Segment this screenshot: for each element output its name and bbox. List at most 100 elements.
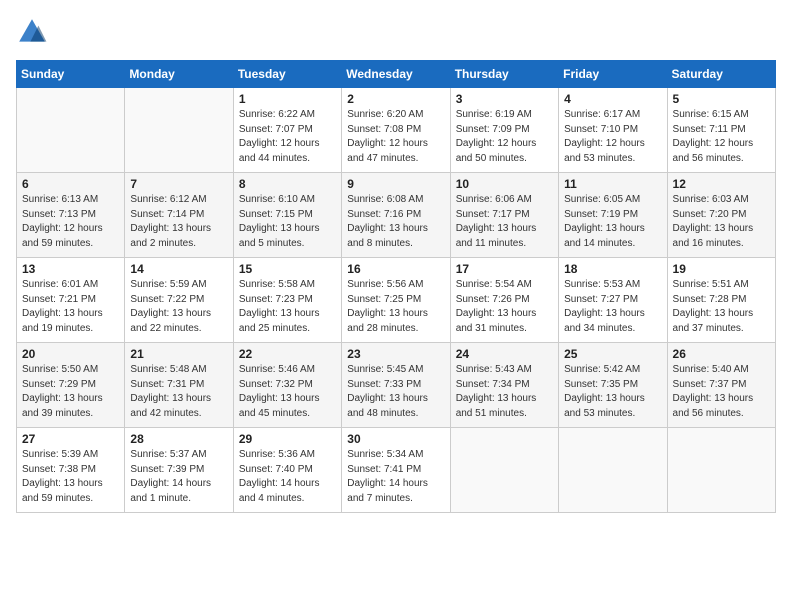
calendar-cell [667, 428, 775, 513]
day-number: 6 [22, 177, 119, 191]
day-number: 15 [239, 262, 336, 276]
day-info: Sunrise: 5:40 AM Sunset: 7:37 PM Dayligh… [673, 363, 770, 421]
day-number: 4 [564, 92, 661, 106]
day-number: 22 [239, 347, 336, 361]
day-number: 14 [130, 262, 227, 276]
calendar-week: 1Sunrise: 6:22 AM Sunset: 7:07 PM Daylig… [17, 88, 776, 173]
calendar-week: 13 Sunrise: 6:01 AM Sunset: 7:21 PM Dayli… [17, 258, 776, 343]
header-day: Monday [125, 61, 233, 88]
header-day: Thursday [450, 61, 558, 88]
day-number: 13 [22, 262, 119, 276]
logo-icon [16, 16, 48, 48]
day-info: Sunrise: 6:08 AM Sunset: 7:16 PM Dayligh… [347, 193, 444, 251]
calendar-cell: 16 Sunrise: 5:56 AM Sunset: 7:25 PM Dayli… [342, 258, 450, 343]
day-info: Sunrise: 6:01 AM Sunset: 7:21 PM Dayligh… [22, 278, 119, 336]
day-number: 1 [239, 92, 336, 106]
day-info: Sunrise: 5:51 AM Sunset: 7:28 PM Dayligh… [673, 278, 770, 336]
logo [16, 16, 52, 48]
calendar-cell: 22 Sunrise: 5:46 AM Sunset: 7:32 PM Dayli… [233, 343, 341, 428]
day-info: Sunrise: 5:50 AM Sunset: 7:29 PM Dayligh… [22, 363, 119, 421]
calendar-cell: 12Sunrise: 6:03 AM Sunset: 7:20 PM Dayli… [667, 173, 775, 258]
day-number: 23 [347, 347, 444, 361]
day-number: 11 [564, 177, 661, 191]
day-info: Sunrise: 6:17 AM Sunset: 7:10 PM Dayligh… [564, 108, 661, 166]
day-info: Sunrise: 6:06 AM Sunset: 7:17 PM Dayligh… [456, 193, 553, 251]
day-info: Sunrise: 6:19 AM Sunset: 7:09 PM Dayligh… [456, 108, 553, 166]
day-info: Sunrise: 5:46 AM Sunset: 7:32 PM Dayligh… [239, 363, 336, 421]
calendar-cell: 10 Sunrise: 6:06 AM Sunset: 7:17 PM Dayli… [450, 173, 558, 258]
day-info: Sunrise: 5:56 AM Sunset: 7:25 PM Dayligh… [347, 278, 444, 336]
day-number: 12 [673, 177, 770, 191]
calendar-cell [125, 88, 233, 173]
day-number: 25 [564, 347, 661, 361]
day-number: 20 [22, 347, 119, 361]
day-info: Sunrise: 5:34 AM Sunset: 7:41 PM Dayligh… [347, 448, 444, 506]
day-info: Sunrise: 5:36 AM Sunset: 7:40 PM Dayligh… [239, 448, 336, 506]
calendar-cell [559, 428, 667, 513]
calendar-table: SundayMondayTuesdayWednesdayThursdayFrid… [16, 60, 776, 513]
calendar-header: SundayMondayTuesdayWednesdayThursdayFrid… [17, 61, 776, 88]
day-number: 30 [347, 432, 444, 446]
calendar-cell: 25 Sunrise: 5:42 AM Sunset: 7:35 PM Dayli… [559, 343, 667, 428]
calendar-week: 20 Sunrise: 5:50 AM Sunset: 7:29 PM Dayli… [17, 343, 776, 428]
calendar-cell [450, 428, 558, 513]
header-day: Wednesday [342, 61, 450, 88]
day-info: Sunrise: 6:12 AM Sunset: 7:14 PM Dayligh… [130, 193, 227, 251]
calendar-cell [17, 88, 125, 173]
calendar-cell: 28 Sunrise: 5:37 AM Sunset: 7:39 PM Dayli… [125, 428, 233, 513]
day-info: Sunrise: 5:53 AM Sunset: 7:27 PM Dayligh… [564, 278, 661, 336]
calendar-cell: 15 Sunrise: 5:58 AM Sunset: 7:23 PM Dayli… [233, 258, 341, 343]
day-number: 19 [673, 262, 770, 276]
day-info: Sunrise: 6:13 AM Sunset: 7:13 PM Dayligh… [22, 193, 119, 251]
day-number: 28 [130, 432, 227, 446]
calendar-cell: 29Sunrise: 5:36 AM Sunset: 7:40 PM Dayli… [233, 428, 341, 513]
header-day: Tuesday [233, 61, 341, 88]
day-number: 7 [130, 177, 227, 191]
day-number: 21 [130, 347, 227, 361]
day-number: 5 [673, 92, 770, 106]
calendar-cell: 11 Sunrise: 6:05 AM Sunset: 7:19 PM Dayli… [559, 173, 667, 258]
calendar-cell: 18 Sunrise: 5:53 AM Sunset: 7:27 PM Dayli… [559, 258, 667, 343]
day-number: 17 [456, 262, 553, 276]
calendar-cell: 20 Sunrise: 5:50 AM Sunset: 7:29 PM Dayli… [17, 343, 125, 428]
calendar-cell: 30 Sunrise: 5:34 AM Sunset: 7:41 PM Dayli… [342, 428, 450, 513]
calendar-week: 27 Sunrise: 5:39 AM Sunset: 7:38 PM Dayli… [17, 428, 776, 513]
day-number: 16 [347, 262, 444, 276]
day-info: Sunrise: 5:42 AM Sunset: 7:35 PM Dayligh… [564, 363, 661, 421]
calendar-cell: 2 Sunrise: 6:20 AM Sunset: 7:08 PM Daylig… [342, 88, 450, 173]
day-info: Sunrise: 6:05 AM Sunset: 7:19 PM Dayligh… [564, 193, 661, 251]
day-info: Sunrise: 5:43 AM Sunset: 7:34 PM Dayligh… [456, 363, 553, 421]
day-info: Sunrise: 5:48 AM Sunset: 7:31 PM Dayligh… [130, 363, 227, 421]
day-number: 27 [22, 432, 119, 446]
calendar-cell: 13 Sunrise: 6:01 AM Sunset: 7:21 PM Dayli… [17, 258, 125, 343]
calendar-cell: 4 Sunrise: 6:17 AM Sunset: 7:10 PM Daylig… [559, 88, 667, 173]
day-number: 10 [456, 177, 553, 191]
day-number: 26 [673, 347, 770, 361]
day-info: Sunrise: 6:20 AM Sunset: 7:08 PM Dayligh… [347, 108, 444, 166]
day-number: 24 [456, 347, 553, 361]
calendar-cell: 8 Sunrise: 6:10 AM Sunset: 7:15 PM Daylig… [233, 173, 341, 258]
header-day: Friday [559, 61, 667, 88]
day-number: 2 [347, 92, 444, 106]
day-info: Sunrise: 5:58 AM Sunset: 7:23 PM Dayligh… [239, 278, 336, 336]
day-info: Sunrise: 5:45 AM Sunset: 7:33 PM Dayligh… [347, 363, 444, 421]
calendar-cell: 17 Sunrise: 5:54 AM Sunset: 7:26 PM Dayli… [450, 258, 558, 343]
calendar-cell: 21 Sunrise: 5:48 AM Sunset: 7:31 PM Dayli… [125, 343, 233, 428]
header-day: Sunday [17, 61, 125, 88]
day-info: Sunrise: 6:10 AM Sunset: 7:15 PM Dayligh… [239, 193, 336, 251]
day-info: Sunrise: 5:39 AM Sunset: 7:38 PM Dayligh… [22, 448, 119, 506]
day-number: 18 [564, 262, 661, 276]
calendar-cell: 27 Sunrise: 5:39 AM Sunset: 7:38 PM Dayli… [17, 428, 125, 513]
calendar-cell: 24 Sunrise: 5:43 AM Sunset: 7:34 PM Dayli… [450, 343, 558, 428]
calendar-cell: 7 Sunrise: 6:12 AM Sunset: 7:14 PM Daylig… [125, 173, 233, 258]
day-number: 8 [239, 177, 336, 191]
calendar-cell: 1Sunrise: 6:22 AM Sunset: 7:07 PM Daylig… [233, 88, 341, 173]
calendar-cell: 9 Sunrise: 6:08 AM Sunset: 7:16 PM Daylig… [342, 173, 450, 258]
header-day: Saturday [667, 61, 775, 88]
day-number: 9 [347, 177, 444, 191]
calendar-cell: 6 Sunrise: 6:13 AM Sunset: 7:13 PM Daylig… [17, 173, 125, 258]
calendar-cell: 5Sunrise: 6:15 AM Sunset: 7:11 PM Daylig… [667, 88, 775, 173]
day-info: Sunrise: 5:37 AM Sunset: 7:39 PM Dayligh… [130, 448, 227, 506]
day-info: Sunrise: 5:54 AM Sunset: 7:26 PM Dayligh… [456, 278, 553, 336]
calendar-cell: 19 Sunrise: 5:51 AM Sunset: 7:28 PM Dayli… [667, 258, 775, 343]
